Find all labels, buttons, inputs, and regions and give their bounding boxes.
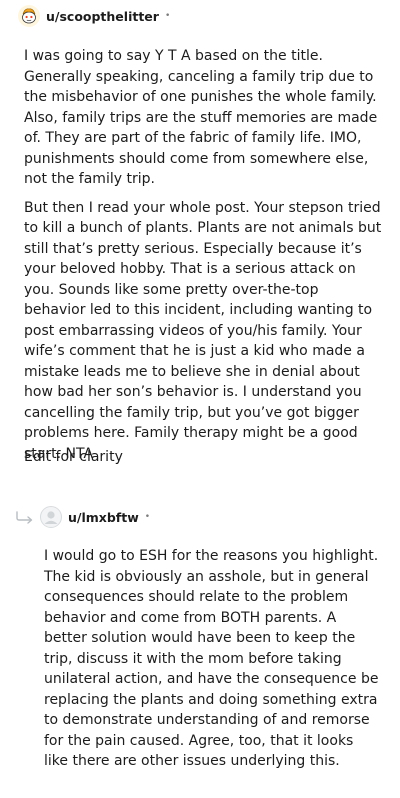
comment-header: u/scoopthelitter • bbox=[18, 5, 170, 27]
comment-body: I was going to say Y T A based on the ti… bbox=[24, 46, 382, 472]
comment-username[interactable]: u/lmxbftw bbox=[68, 510, 139, 525]
comment-paragraph: I was going to say Y T A based on the ti… bbox=[24, 48, 378, 187]
default-avatar-icon[interactable] bbox=[40, 506, 62, 528]
comment-body: I would go to ESH for the reasons you hi… bbox=[44, 546, 380, 780]
edit-note: Edit for clarity bbox=[24, 449, 123, 465]
comment-paragraph: But then I read your whole post. Your st… bbox=[24, 199, 382, 462]
separator-dot: • bbox=[144, 512, 151, 522]
separator-dot: • bbox=[164, 11, 171, 21]
reply-arrow-icon bbox=[14, 509, 36, 525]
comment-username[interactable]: u/scoopthelitter bbox=[46, 9, 159, 24]
comment-paragraph: I would go to ESH for the reasons you hi… bbox=[44, 548, 379, 769]
snoo-avatar-icon[interactable] bbox=[18, 5, 40, 27]
comment-header: u/lmxbftw • bbox=[14, 506, 150, 528]
